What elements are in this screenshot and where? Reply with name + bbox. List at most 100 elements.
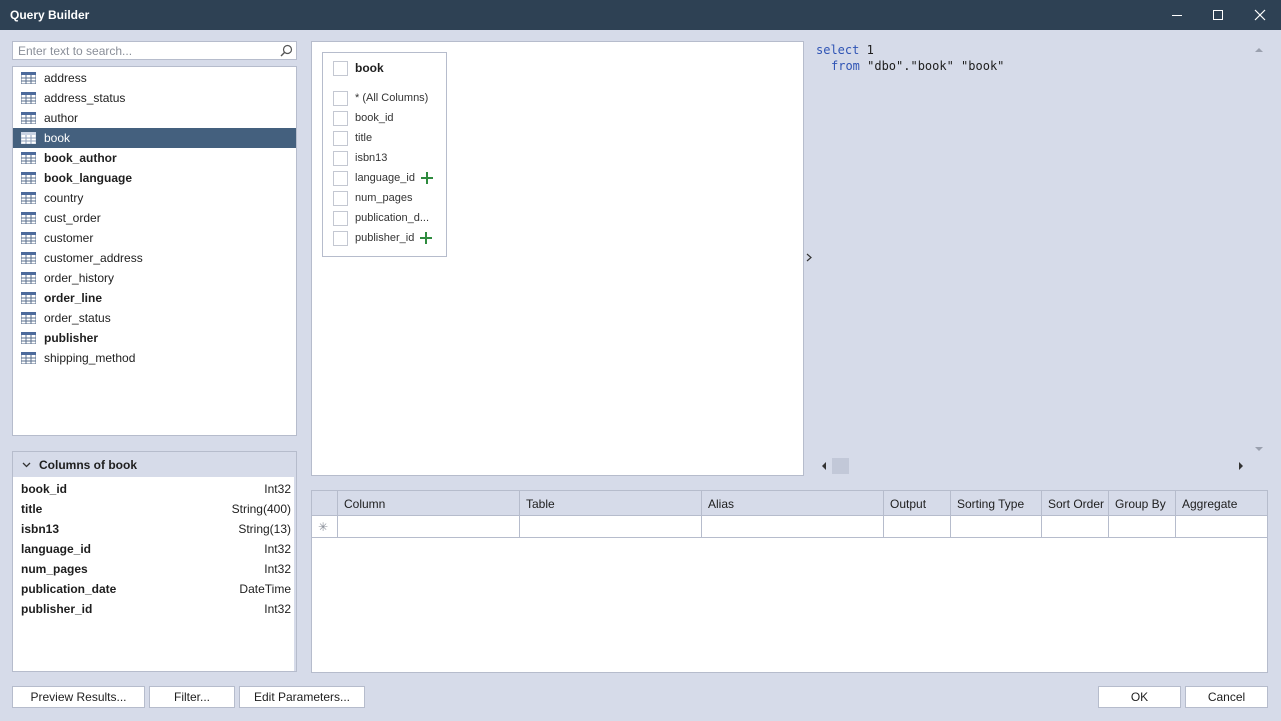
filter-button[interactable]: Filter...	[149, 686, 235, 708]
list-item-author[interactable]: author	[13, 108, 296, 128]
list-item-customer[interactable]: customer	[13, 228, 296, 248]
field-checkbox[interactable]	[333, 130, 348, 146]
tables-list: address address_status author book book_…	[12, 66, 297, 436]
list-item-cust-order[interactable]: cust_order	[13, 208, 296, 228]
list-item-order-status[interactable]: order_status	[13, 308, 296, 328]
column-row[interactable]: isbn13 String(13)	[21, 519, 291, 539]
diagram-canvas[interactable]: book * (All Columns) book_id title isbn1…	[311, 41, 804, 476]
table-icon	[21, 332, 36, 344]
list-item-country[interactable]: country	[13, 188, 296, 208]
grid-cell-output[interactable]	[883, 516, 950, 538]
scroll-up-icon[interactable]	[1255, 47, 1263, 53]
column-header-group-by[interactable]: Group By	[1108, 491, 1175, 516]
list-item-label: order_history	[44, 271, 115, 285]
plus-icon[interactable]	[420, 172, 433, 184]
scroll-down-icon[interactable]	[1255, 446, 1263, 452]
field-row-language-id[interactable]: language_id	[323, 168, 446, 188]
horizontal-scrollbar-thumb[interactable]	[832, 458, 849, 474]
field-row-isbn13[interactable]: isbn13	[323, 148, 446, 168]
grid-cell-alias[interactable]	[701, 516, 883, 538]
list-item-book-author[interactable]: book_author	[13, 148, 296, 168]
field-name: book_id	[355, 112, 394, 124]
grid-cell-group-by[interactable]	[1108, 516, 1175, 538]
table-icon	[21, 172, 36, 184]
list-item-label: book_author	[44, 151, 117, 165]
ok-button[interactable]: OK	[1098, 686, 1181, 708]
field-name: * (All Columns)	[355, 92, 429, 104]
column-row[interactable]: book_id Int32	[21, 479, 291, 499]
chevron-down-icon[interactable]	[22, 462, 31, 468]
field-checkbox[interactable]	[333, 170, 348, 186]
column-header-alias[interactable]: Alias	[701, 491, 883, 516]
field-row-publisher-id[interactable]: publisher_id	[323, 228, 446, 248]
sql-line-1: select 1	[816, 43, 874, 57]
column-name: publication_date	[21, 582, 117, 596]
table-box-book[interactable]: book * (All Columns) book_id title isbn1…	[322, 52, 447, 257]
close-button[interactable]	[1240, 0, 1280, 30]
edit-parameters-button[interactable]: Edit Parameters...	[239, 686, 365, 708]
table-icon	[21, 72, 36, 84]
plus-icon[interactable]	[420, 232, 433, 244]
field-row-all-columns[interactable]: * (All Columns)	[323, 88, 446, 108]
maximize-button[interactable]	[1198, 0, 1238, 30]
list-item-address[interactable]: address	[13, 68, 296, 88]
column-header-table[interactable]: Table	[519, 491, 701, 516]
list-item-label: book_language	[44, 171, 133, 185]
list-item-customer-address[interactable]: customer_address	[13, 248, 296, 268]
field-row-num-pages[interactable]: num_pages	[323, 188, 446, 208]
column-header-column[interactable]: Column	[337, 491, 519, 516]
list-item-book[interactable]: book	[13, 128, 296, 148]
column-row[interactable]: title String(400)	[21, 499, 291, 519]
list-item-book-language[interactable]: book_language	[13, 168, 296, 188]
column-row[interactable]: publisher_id Int32	[21, 599, 291, 619]
grid-cell-sorting-type[interactable]	[950, 516, 1041, 538]
field-checkbox[interactable]	[333, 150, 348, 166]
search-input[interactable]	[13, 42, 275, 59]
scroll-right-icon[interactable]	[1238, 462, 1244, 470]
grid-cell-table[interactable]	[519, 516, 701, 538]
list-item-address-status[interactable]: address_status	[13, 88, 296, 108]
table-checkbox[interactable]	[333, 60, 348, 76]
field-checkbox[interactable]	[333, 110, 348, 126]
column-name: num_pages	[21, 562, 88, 576]
search-icon[interactable]	[280, 44, 293, 57]
column-row[interactable]: language_id Int32	[21, 539, 291, 559]
cancel-button[interactable]: Cancel	[1185, 686, 1268, 708]
column-type: DateTime	[239, 582, 291, 596]
column-row[interactable]: publication_date DateTime	[21, 579, 291, 599]
field-row-book-id[interactable]: book_id	[323, 108, 446, 128]
list-item-label: country	[44, 191, 84, 205]
table-icon	[21, 272, 36, 284]
column-row[interactable]: num_pages Int32	[21, 559, 291, 579]
table-box-header[interactable]: book	[323, 53, 446, 83]
table-icon	[21, 232, 36, 244]
list-item-order-history[interactable]: order_history	[13, 268, 296, 288]
table-icon	[21, 312, 36, 324]
grid-cell-sort-order[interactable]	[1041, 516, 1108, 538]
column-header-sorting-type[interactable]: Sorting Type	[950, 491, 1041, 516]
sql-editor[interactable]: select 1 from "dbo"."book" "book"	[814, 41, 1267, 476]
list-item-publisher[interactable]: publisher	[13, 328, 296, 348]
grid-new-row[interactable]: ✳	[312, 516, 1267, 538]
list-item-shipping-method[interactable]: shipping_method	[13, 348, 296, 368]
column-header-sort-order[interactable]: Sort Order	[1041, 491, 1108, 516]
grid-header: Column Table Alias Output Sorting Type S…	[312, 491, 1267, 516]
minimize-button[interactable]	[1157, 0, 1197, 30]
field-row-publication-date[interactable]: publication_d...	[323, 208, 446, 228]
table-icon	[21, 212, 36, 224]
field-checkbox[interactable]	[333, 90, 348, 106]
column-header-output[interactable]: Output	[883, 491, 950, 516]
grid-cell-aggregate[interactable]	[1175, 516, 1267, 538]
preview-results-button[interactable]: Preview Results...	[12, 686, 145, 708]
field-checkbox[interactable]	[333, 190, 348, 206]
list-item-order-line[interactable]: order_line	[13, 288, 296, 308]
field-row-title[interactable]: title	[323, 128, 446, 148]
chevron-right-icon[interactable]	[806, 253, 812, 262]
list-item-label: customer_address	[44, 251, 143, 265]
field-checkbox[interactable]	[333, 230, 348, 246]
columns-panel-header[interactable]: Columns of book	[13, 452, 296, 477]
grid-cell-column[interactable]	[337, 516, 519, 538]
column-header-aggregate[interactable]: Aggregate	[1175, 491, 1267, 516]
scroll-left-icon[interactable]	[821, 462, 827, 470]
field-checkbox[interactable]	[333, 210, 348, 226]
